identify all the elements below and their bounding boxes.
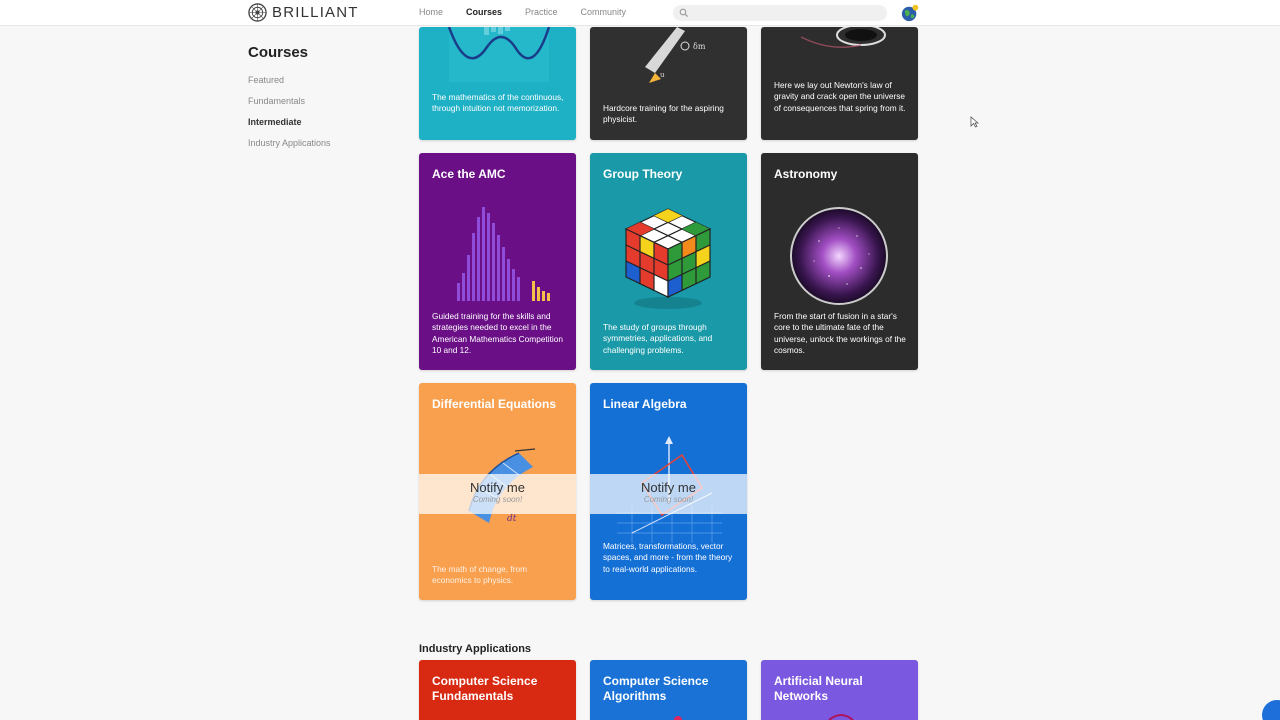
brilliant-logo-icon: [248, 3, 267, 22]
course-description: The math of change, from economics to ph…: [432, 564, 528, 586]
notify-me-overlay[interactable]: Notify me Coming soon!: [590, 474, 747, 514]
rubiks-cube-illustration: [624, 208, 712, 309]
course-card-classical-mechanics[interactable]: δm u Hardcore training for the aspiring …: [590, 27, 747, 140]
course-description: Hardcore training for the aspiring physi…: [603, 103, 724, 125]
notify-me-label[interactable]: Notify me: [419, 480, 576, 495]
svg-text:δm: δm: [693, 42, 706, 51]
nav-courses[interactable]: Courses: [466, 7, 502, 17]
course-title: Group Theory: [603, 167, 683, 181]
coming-soon-label: Coming soon!: [472, 495, 523, 504]
sidebar-title: Courses: [248, 44, 309, 61]
sidebar-category-list: Featured Fundamentals Intermediate Indus…: [248, 74, 331, 158]
brand-logo[interactable]: BRILLIANT: [248, 3, 359, 22]
black-hole-illustration: [800, 27, 886, 48]
sidebar-item-industry-applications[interactable]: Industry Applications: [248, 137, 331, 158]
notify-me-label[interactable]: Notify me: [590, 480, 747, 495]
svg-text:u: u: [660, 71, 665, 79]
course-title: Computer Science Fundamentals: [432, 674, 538, 703]
course-card-differential-equations[interactable]: Differential Equations dt Notify me Comi…: [419, 383, 576, 600]
user-avatar-icon[interactable]: [901, 4, 919, 22]
neural-network-illustration: [828, 714, 854, 720]
course-card-cs-algorithms[interactable]: Computer Science Algorithms: [590, 660, 747, 720]
brand-name: BRILLIANT: [272, 4, 359, 21]
sidebar-item-intermediate[interactable]: Intermediate: [248, 116, 331, 137]
algorithm-illustration: [674, 716, 682, 720]
course-title: Ace the AMC: [432, 167, 506, 181]
svg-text:dt: dt: [507, 514, 517, 524]
nav-community[interactable]: Community: [581, 7, 627, 17]
course-card-cs-fundamentals[interactable]: Computer Science Fundamentals: [419, 660, 576, 720]
course-title: Artificial Neural Networks: [774, 674, 863, 703]
course-description: The mathematics of the continuous, throu…: [432, 92, 564, 114]
course-description: Here we lay out Newton's law of gravity …: [774, 80, 906, 113]
sidebar-item-featured[interactable]: Featured: [248, 74, 331, 95]
course-description: Guided training for the skills and strat…: [432, 311, 563, 355]
search-input[interactable]: [693, 5, 883, 21]
course-card-linear-algebra[interactable]: Linear Algebra Notify me Coming soon! Ma…: [590, 383, 747, 600]
course-card-group-theory[interactable]: Group Theory The study of groups through…: [590, 153, 747, 370]
nav-home[interactable]: Home: [419, 7, 443, 17]
rocket-illustration: δm u: [645, 27, 706, 83]
help-chat-button[interactable]: [1262, 700, 1280, 720]
course-card-artificial-neural-networks[interactable]: Artificial Neural Networks: [761, 660, 918, 720]
search-icon: [679, 8, 689, 18]
search-box[interactable]: [673, 5, 887, 21]
histogram-illustration: [457, 207, 550, 301]
course-description: Matrices, transformations, vector spaces…: [603, 541, 733, 574]
course-title: Linear Algebra: [603, 397, 687, 411]
coming-soon-label: Coming soon!: [643, 495, 694, 504]
top-navigation-bar: BRILLIANT Home Courses Practice Communit…: [0, 0, 1280, 26]
course-card-calculus[interactable]: The mathematics of the continuous, throu…: [419, 27, 576, 140]
sidebar-item-fundamentals[interactable]: Fundamentals: [248, 95, 331, 116]
galaxy-illustration: [790, 207, 888, 305]
notify-me-overlay[interactable]: Notify me Coming soon!: [419, 474, 576, 514]
course-title: Astronomy: [774, 167, 838, 181]
mouse-cursor-icon: [970, 116, 979, 128]
course-card-gravitational-physics[interactable]: Here we lay out Newton's law of gravity …: [761, 27, 918, 140]
course-description: From the start of fusion in a star's cor…: [774, 311, 906, 355]
course-description: The study of groups through symmetries, …: [603, 322, 713, 355]
course-card-astronomy[interactable]: Astronomy From the start of fusion in a …: [761, 153, 918, 370]
nav-practice[interactable]: Practice: [525, 7, 558, 17]
section-heading-industry-applications: Industry Applications: [419, 643, 532, 655]
course-title: Computer Science Algorithms: [603, 674, 709, 703]
calculus-wave-illustration: [447, 27, 551, 82]
course-card-ace-the-amc[interactable]: Ace the AMC Guided training for the skil…: [419, 153, 576, 370]
course-title: Differential Equations: [432, 397, 557, 411]
